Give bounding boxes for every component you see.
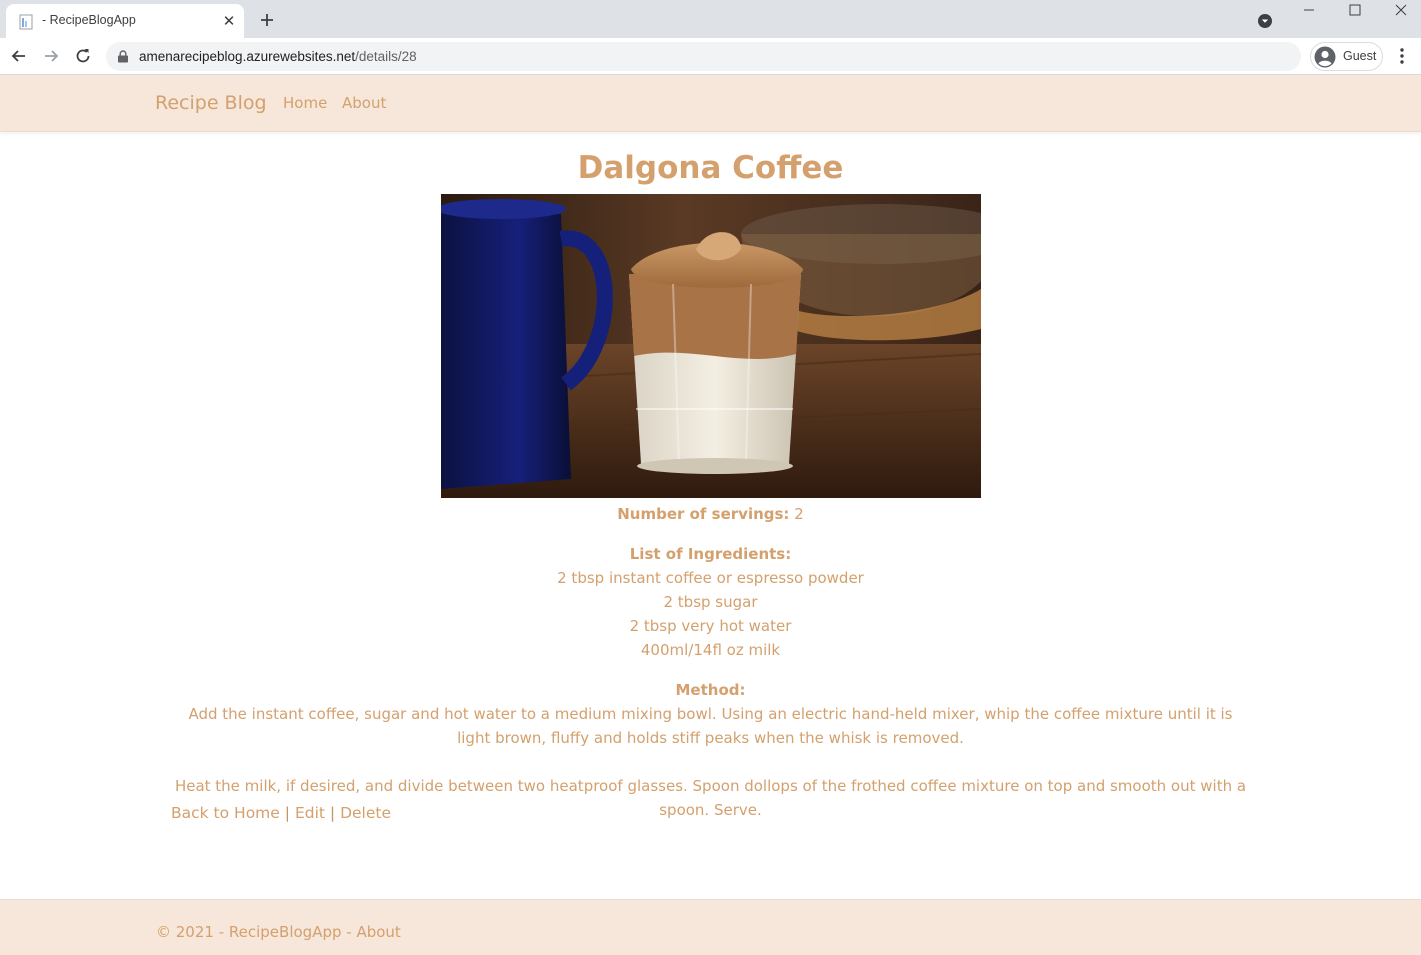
delete-link[interactable]: Delete: [340, 804, 391, 822]
browser-tabstrip: - RecipeBlogApp ✕: [0, 0, 1421, 38]
minimize-icon[interactable]: [1299, 0, 1319, 20]
nav-link-home[interactable]: Home: [283, 94, 327, 112]
reload-icon[interactable]: [73, 46, 93, 66]
edit-link[interactable]: Edit: [295, 804, 325, 822]
site-footer: © 2021 - RecipeBlogApp - About: [0, 899, 1421, 955]
url-path: /details/28: [355, 49, 417, 64]
footer-about-link[interactable]: About: [356, 923, 400, 941]
web-page: Recipe Blog Home About Dalgona Coffee Nu…: [0, 75, 1421, 955]
back-to-home-link[interactable]: Back to Home: [171, 804, 280, 822]
recipe-actions: Back to Home | Edit | Delete: [171, 804, 391, 822]
ingredient-item: 2 tbsp very hot water: [629, 617, 792, 635]
footer-copyright: © 2021 - RecipeBlogApp -: [156, 923, 357, 941]
more-vert-icon[interactable]: [1394, 46, 1410, 66]
separator: |: [329, 804, 336, 822]
brand-link[interactable]: Recipe Blog: [155, 92, 267, 114]
ingredients-label: List of Ingredients:: [629, 545, 792, 563]
servings-value: 2: [794, 505, 804, 523]
ingredient-item: 2 tbsp instant coffee or espresso powder: [557, 569, 864, 587]
browser-tab[interactable]: - RecipeBlogApp ✕: [6, 4, 244, 38]
forward-arrow-icon[interactable]: [41, 46, 61, 66]
url-text: amenarecipeblog.azurewebsites.net/detail…: [139, 49, 417, 64]
site-navbar: Recipe Blog Home About: [0, 75, 1421, 132]
avatar-icon: [1314, 46, 1336, 68]
ingredient-item: 2 tbsp sugar: [663, 593, 758, 611]
lock-icon[interactable]: [117, 50, 129, 63]
close-icon[interactable]: ✕: [220, 12, 238, 30]
url-host: amenarecipeblog.azurewebsites.net: [139, 49, 356, 64]
favicon-icon: [19, 14, 33, 30]
profile-button[interactable]: Guest: [1310, 42, 1383, 71]
method-step: Add the instant coffee, sugar and hot wa…: [188, 705, 1233, 747]
footer-text: © 2021 - RecipeBlogApp - About: [156, 923, 401, 941]
ingredient-item: 400ml/14fl oz milk: [640, 641, 781, 659]
separator: |: [284, 804, 290, 822]
nav-link-about[interactable]: About: [342, 94, 386, 112]
tab-title: - RecipeBlogApp: [42, 13, 136, 27]
servings-line: Number of servings: 2: [0, 505, 1421, 523]
profile-label: Guest: [1343, 49, 1377, 63]
recipe-photo: [441, 194, 981, 498]
maximize-icon[interactable]: [1345, 0, 1365, 20]
tab-search-icon[interactable]: [1257, 13, 1273, 29]
window-close-icon[interactable]: [1391, 0, 1411, 20]
plus-icon[interactable]: [256, 9, 278, 31]
back-arrow-icon[interactable]: [9, 46, 29, 66]
method-label: Method:: [675, 681, 746, 699]
address-bar[interactable]: amenarecipeblog.azurewebsites.net/detail…: [106, 42, 1301, 71]
servings-label: Number of servings:: [617, 505, 790, 523]
recipe-title: Dalgona Coffee: [577, 150, 844, 186]
browser-toolbar: amenarecipeblog.azurewebsites.net/detail…: [0, 38, 1421, 75]
